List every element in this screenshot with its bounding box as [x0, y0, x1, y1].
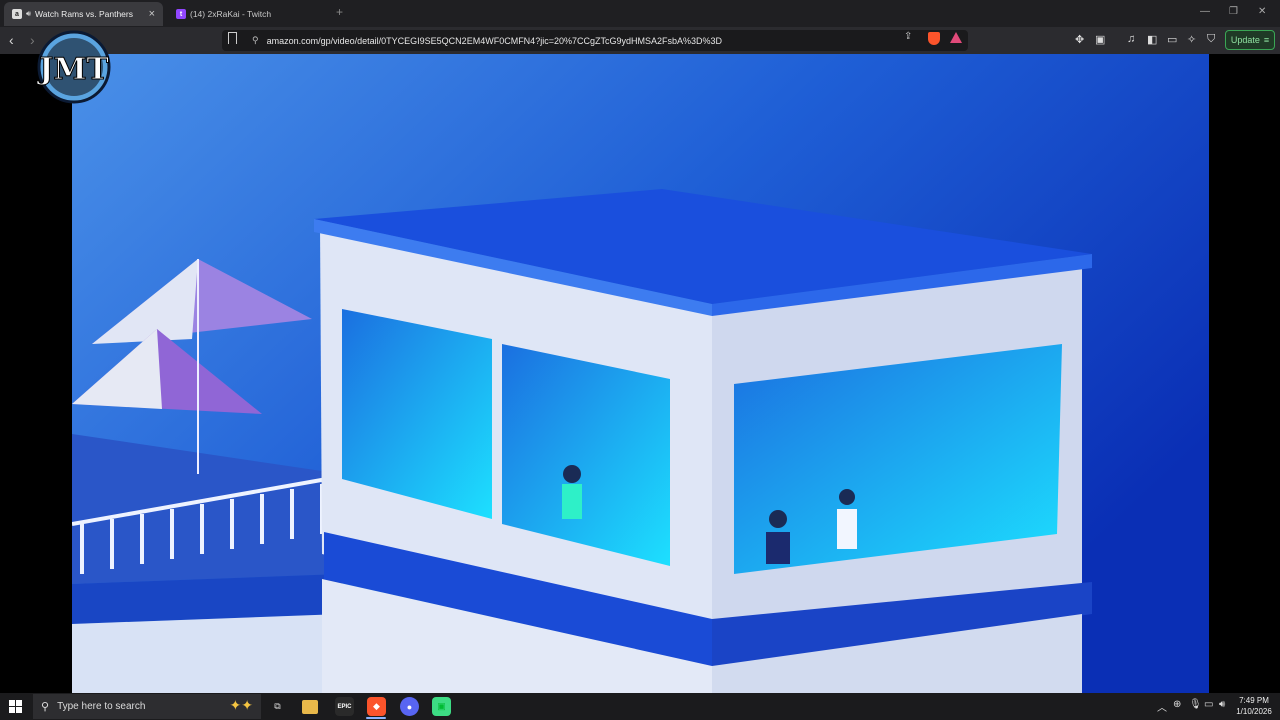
share-icon[interactable]: ⇪: [904, 31, 912, 42]
meet-now-icon[interactable]: ⊕: [1173, 699, 1181, 710]
tab-title: Watch Rams vs. Panthers: [35, 9, 133, 19]
menu-icon: ≡: [1263, 35, 1270, 45]
url-text[interactable]: amazon.com/gp/video/detail/0TYCEGI9SE5QC…: [267, 36, 722, 46]
volume-icon[interactable]: 🔊︎: [1219, 699, 1225, 710]
taskbar-search-input[interactable]: ⚲ Type here to search ✦✦: [33, 694, 261, 719]
android-app-icon[interactable]: ▣: [432, 697, 451, 716]
file-explorer-icon[interactable]: [302, 700, 318, 714]
address-bar[interactable]: ⚲ amazon.com/gp/video/detail/0TYCEGI9SE5…: [222, 30, 968, 51]
video-scene-image: [72, 54, 1209, 693]
svg-text:JMT: JMT: [36, 52, 109, 87]
task-view-icon[interactable]: ⧉: [268, 697, 287, 716]
jmt-logo: JMT: [36, 27, 112, 107]
tab-title: (14) 2xRaKai - Twitch: [190, 9, 272, 19]
sidebar-icon[interactable]: ◧: [1147, 33, 1157, 46]
date-text: 1/10/2026: [1236, 707, 1272, 716]
time-text: 7:49 PM: [1239, 696, 1269, 705]
browser-toolbar: ‹ › ⚲ amazon.com/gp/video/detail/0TYCEGI…: [0, 27, 1280, 54]
tab-search-icon[interactable]: ▣: [1095, 33, 1105, 46]
restore-icon[interactable]: ❐: [1229, 6, 1238, 17]
video-player[interactable]: [0, 54, 1280, 693]
epic-label: EPIC: [337, 703, 352, 710]
epic-games-icon[interactable]: EPIC: [335, 697, 354, 716]
site-settings-icon[interactable]: ⚲: [252, 35, 259, 46]
windows-start-icon[interactable]: [9, 700, 22, 713]
discord-icon[interactable]: ●: [400, 697, 419, 716]
wallet-icon[interactable]: ▭: [1167, 33, 1177, 46]
update-button[interactable]: Update ≡: [1225, 30, 1275, 50]
network-icon[interactable]: ▭: [1204, 699, 1213, 710]
speaker-icon[interactable]: 🔊︎: [26, 9, 31, 19]
forward-arrow-icon[interactable]: ›: [30, 31, 35, 49]
sparkle-icon: ✦✦: [229, 697, 253, 713]
new-tab-button[interactable]: +: [336, 5, 343, 19]
brave-rewards-icon[interactable]: [950, 32, 962, 43]
back-arrow-icon[interactable]: ‹: [9, 31, 14, 49]
twitch-icon: t: [176, 9, 186, 19]
clock[interactable]: 7:49 PM 1/10/2026: [1234, 695, 1274, 717]
microphone-icon[interactable]: 🎙︎: [1189, 699, 1202, 710]
tab-watch-rams[interactable]: a 🔊︎ Watch Rams vs. Panthers ×: [4, 2, 163, 26]
close-tab-icon[interactable]: ×: [149, 8, 155, 20]
close-window-icon[interactable]: ✕: [1258, 6, 1266, 17]
amazon-icon: a: [12, 9, 22, 19]
windows-taskbar: ⚲ Type here to search ✦✦ ⧉ EPIC ◆ ● ▣ ︿ …: [0, 693, 1280, 720]
tab-strip: a 🔊︎ Watch Rams vs. Panthers × t (14) 2x…: [0, 0, 1280, 27]
minimize-icon[interactable]: —: [1200, 6, 1210, 17]
video-frame[interactable]: [72, 54, 1209, 693]
active-app-indicator: [366, 717, 386, 719]
chevron-up-icon[interactable]: ︿: [1157, 699, 1167, 714]
search-icon: ⚲: [41, 701, 50, 713]
leo-ai-icon[interactable]: ✧: [1187, 33, 1196, 46]
brave-icon[interactable]: ◆: [367, 697, 386, 716]
extensions-icon[interactable]: ✥: [1075, 33, 1084, 46]
update-label: Update: [1230, 35, 1260, 45]
search-placeholder: Type here to search: [57, 701, 146, 712]
tab-twitch[interactable]: t (14) 2xRaKai - Twitch: [168, 2, 328, 26]
media-icon[interactable]: ♫: [1127, 33, 1135, 45]
vpn-icon[interactable]: ⛉: [1207, 33, 1215, 46]
bookmark-icon[interactable]: [228, 32, 237, 44]
brave-shields-icon[interactable]: [928, 32, 940, 45]
